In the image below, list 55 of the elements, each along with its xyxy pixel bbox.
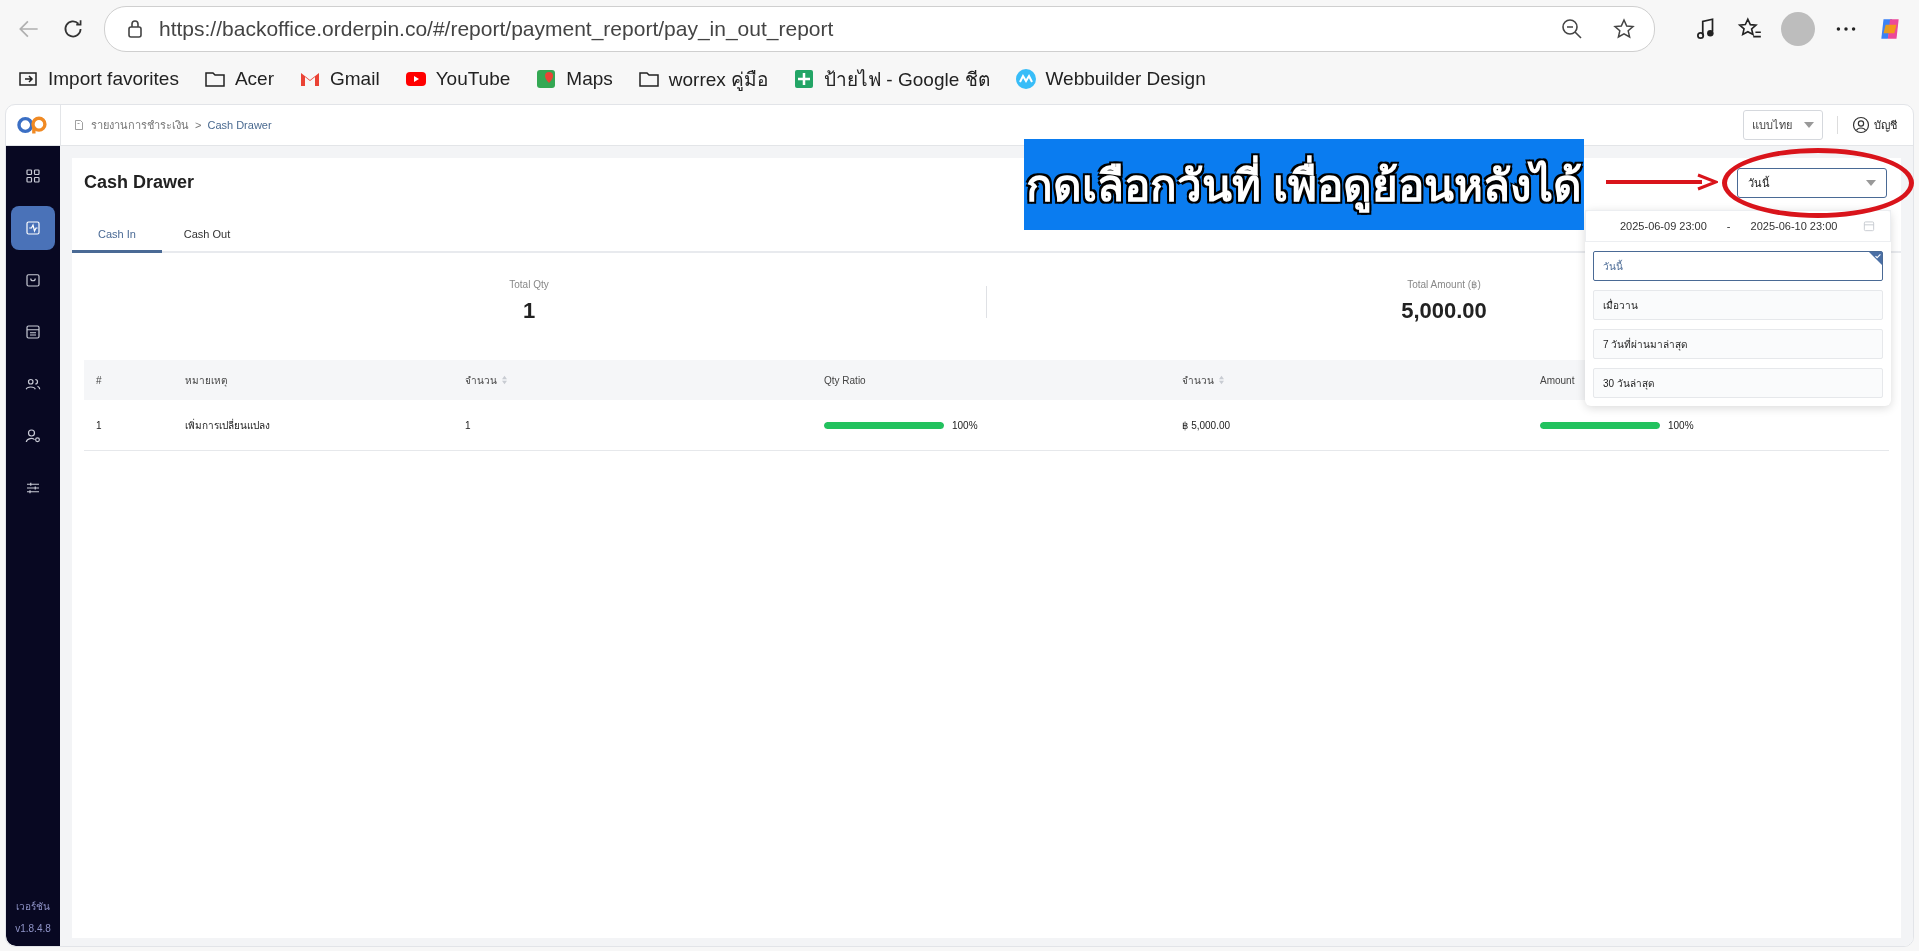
tab[interactable]: Cash In xyxy=(72,218,162,253)
sidebar-item[interactable] xyxy=(11,206,55,250)
date-filter-select[interactable]: วันนี้ xyxy=(1737,168,1887,198)
report-icon xyxy=(73,119,85,131)
preset-option[interactable]: 7 วันที่ผ่านมาล่าสุด xyxy=(1593,329,1883,359)
summary-label: Total Qty xyxy=(509,279,549,290)
check-icon xyxy=(1869,252,1882,265)
bookmark-item[interactable]: Gmail xyxy=(298,67,380,91)
table-cell: 1 xyxy=(96,419,102,431)
register-icon xyxy=(24,323,42,341)
page-title: Cash Drawer xyxy=(84,172,195,193)
preset-option[interactable]: วันนี้ xyxy=(1593,251,1883,281)
bookmark-item[interactable]: Acer xyxy=(202,67,274,91)
zoom-out-icon[interactable] xyxy=(1560,17,1584,41)
column-header: หมายเหตุ xyxy=(185,373,227,388)
account-button[interactable]: บัญชี xyxy=(1852,116,1897,134)
user-gear-icon xyxy=(24,427,42,445)
star-icon[interactable] xyxy=(1612,17,1636,41)
user-icon xyxy=(1852,116,1870,134)
column-header: # xyxy=(96,374,102,386)
wave-logo-icon xyxy=(1013,67,1038,91)
bag-icon xyxy=(24,271,42,289)
breadcrumb-current: Cash Drawer xyxy=(207,119,272,131)
summary-value: 1 xyxy=(522,298,536,324)
date-range-field[interactable]: 2025-06-09 23:00 - 2025-06-10 23:00 xyxy=(1585,210,1891,242)
logo-icon xyxy=(16,114,50,136)
column-header: Amount xyxy=(1540,374,1575,386)
breadcrumb-link[interactable]: รายงานการชำระเงิน xyxy=(91,116,189,134)
column-header[interactable]: จำนวน xyxy=(1182,372,1225,388)
bookmark-item[interactable]: worrex คู่มือ xyxy=(636,64,769,94)
column-header[interactable]: จำนวน xyxy=(465,372,508,388)
address-bar[interactable]: https://backoffice.orderpin.co/#/report/payment_report/pay_in_out_report xyxy=(104,6,1655,52)
table-cell: 1 xyxy=(465,419,471,431)
summary-label: Total Amount (฿) xyxy=(1407,279,1481,290)
breadcrumb-separator: > xyxy=(195,119,202,131)
table-cell: เพิ่มการเปลี่ยนแปลง xyxy=(185,419,270,431)
pulse-icon xyxy=(24,219,42,237)
language-select[interactable]: แบบไทย xyxy=(1743,110,1823,140)
preset-option[interactable]: 30 วันล่าสุด xyxy=(1593,368,1883,398)
ratio-text: 100% xyxy=(952,419,978,431)
version-number: v1.8.4.8 xyxy=(15,922,51,936)
annotation-callout: กดเลือกวันที่ เพื่อดูย้อนหลังได้ xyxy=(1024,139,1584,230)
version-label: เวอร์ชัน xyxy=(16,900,50,914)
tab[interactable]: Cash Out xyxy=(162,218,252,253)
bookmark-item[interactable]: Import favorites xyxy=(16,67,179,91)
table-cell: ฿ 5,000.00 xyxy=(1182,419,1231,431)
ratio-text: 100% xyxy=(1668,419,1694,431)
summary-value: 5,000.00 xyxy=(1401,298,1487,324)
preset-option[interactable]: เมื่อวาน xyxy=(1593,290,1883,320)
bookmark-item[interactable]: Maps xyxy=(534,67,613,91)
column-header: Qty Ratio xyxy=(824,374,866,386)
bookmark-item[interactable]: Webbuilder Design xyxy=(1013,67,1206,91)
bookmark-item[interactable]: ป้ายไฟ - Google ชีต xyxy=(792,64,990,94)
grid-icon xyxy=(24,167,42,185)
bookmark-item[interactable]: YouTube xyxy=(403,67,511,91)
